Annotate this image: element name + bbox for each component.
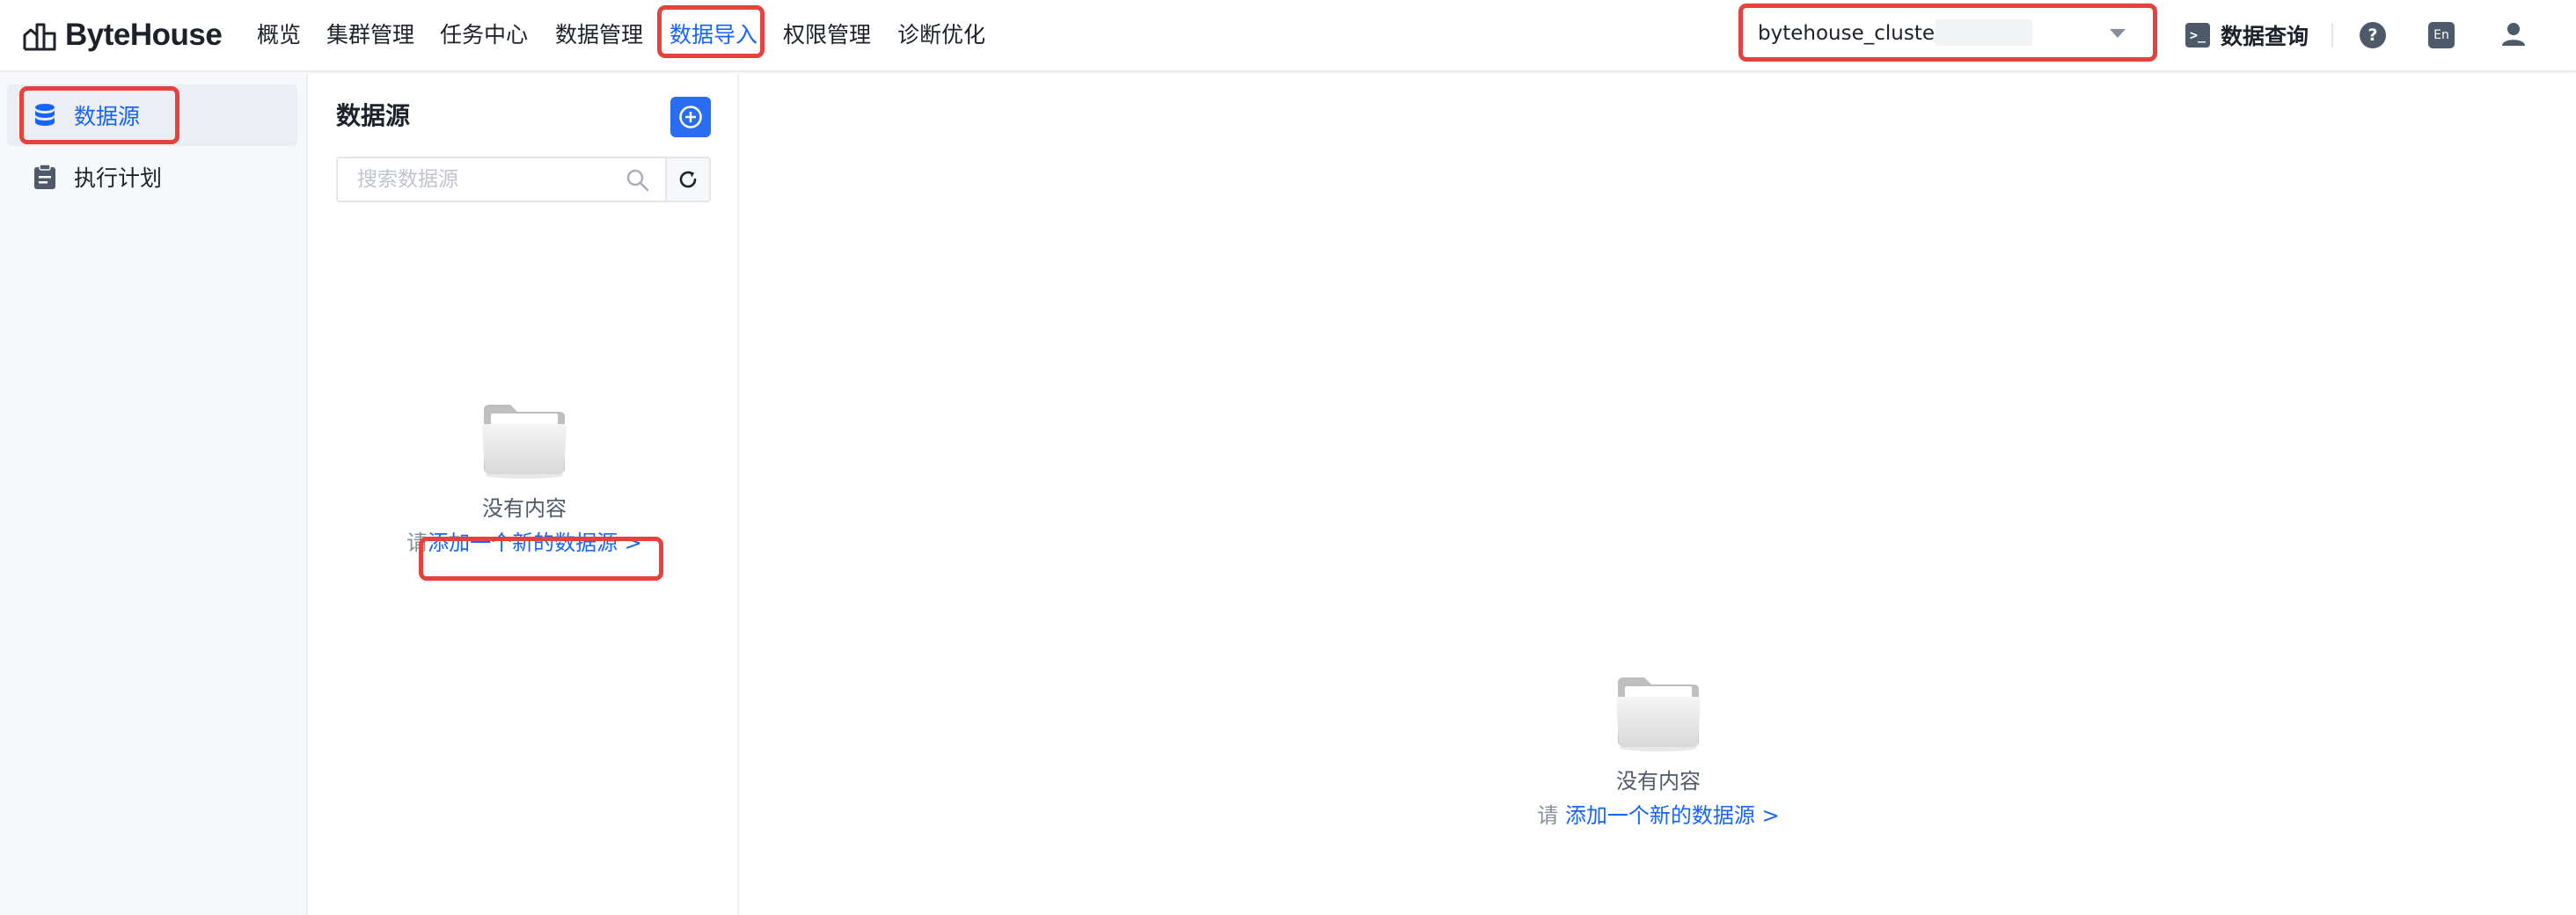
data-query-button[interactable]: >_ 数据查询 [2185,18,2309,53]
data-query-label: 数据查询 [2221,24,2309,49]
empty-state: 没有内容 请添加一个新的数据源 > [310,399,739,556]
bytehouse-logo[interactable]: ByteHouse [21,16,223,55]
nav-item-cluster-management[interactable]: 集群管理 [326,18,414,53]
sidebar-item-label: 执行计划 [74,165,163,191]
sidebar-item-execution-plan[interactable]: 执行计划 [7,146,297,208]
panel-title: 数据源 [336,101,411,130]
sidebar-item-label: 数据源 [74,104,141,129]
header-divider [2331,23,2333,48]
nav-item-data-management[interactable]: 数据管理 [555,18,643,53]
bytehouse-logo-icon [23,23,56,51]
folder-icon [482,405,567,479]
nav-item-permission-management[interactable]: 权限管理 [783,18,871,53]
add-data-source-link[interactable]: 添加一个新的数据源 > [1565,803,1780,828]
empty-state-title: 没有内容 [1616,769,1701,794]
sidebar-item-data-source[interactable]: 数据源 [7,84,297,146]
empty-state-prefix: 请 [406,531,428,555]
chevron-down-icon[interactable] [2110,29,2126,38]
cluster-name-redaction [1936,19,2032,46]
search-field[interactable] [336,157,667,202]
clipboard-icon [34,164,55,189]
main-content: 没有内容 请 添加一个新的数据源 > [741,74,2576,915]
search-icon[interactable] [625,167,651,194]
refresh-button[interactable] [667,157,711,202]
plus-circle-icon [679,106,702,128]
empty-state-hint: 请 添加一个新的数据源 > [741,798,2576,829]
refresh-icon [679,171,697,188]
cluster-selector-value: bytehouse_cluster_ [1758,22,1953,45]
add-data-source-button[interactable] [670,97,711,137]
nav-item-diagnosis-optimization[interactable]: 诊断优化 [897,18,985,53]
language-switch-icon[interactable]: En [2428,22,2455,48]
search-input[interactable] [338,158,619,201]
empty-state-prefix: 请 [1537,803,1559,828]
folder-icon [1616,677,1701,751]
top-navigation-bar: ByteHouse 概览 集群管理 任务中心 数据管理 数据导入 权限管理 诊断… [0,0,2576,72]
empty-state-hint: 请添加一个新的数据源 > [310,525,739,556]
database-icon [35,104,55,126]
data-source-list-panel: 数据源 搜索数据源 没有内容 请添加一个新的数据源 > [310,74,739,915]
nav-item-overview[interactable]: 概览 [257,18,301,53]
nav-item-task-center[interactable]: 任务中心 [440,18,528,53]
help-icon[interactable]: ? [2360,22,2386,48]
brand-name: ByteHouse [65,18,223,52]
empty-state-title: 没有内容 [482,496,567,521]
add-data-source-link[interactable]: 添加一个新的数据源 > [428,531,642,555]
nav-item-data-import[interactable]: 数据导入 [670,18,757,53]
sidebar: 数据源 执行计划 [0,74,308,915]
empty-state: 没有内容 请 添加一个新的数据源 > [741,672,2576,829]
terminal-icon: >_ [2185,23,2210,48]
user-avatar-icon[interactable] [2499,19,2528,49]
